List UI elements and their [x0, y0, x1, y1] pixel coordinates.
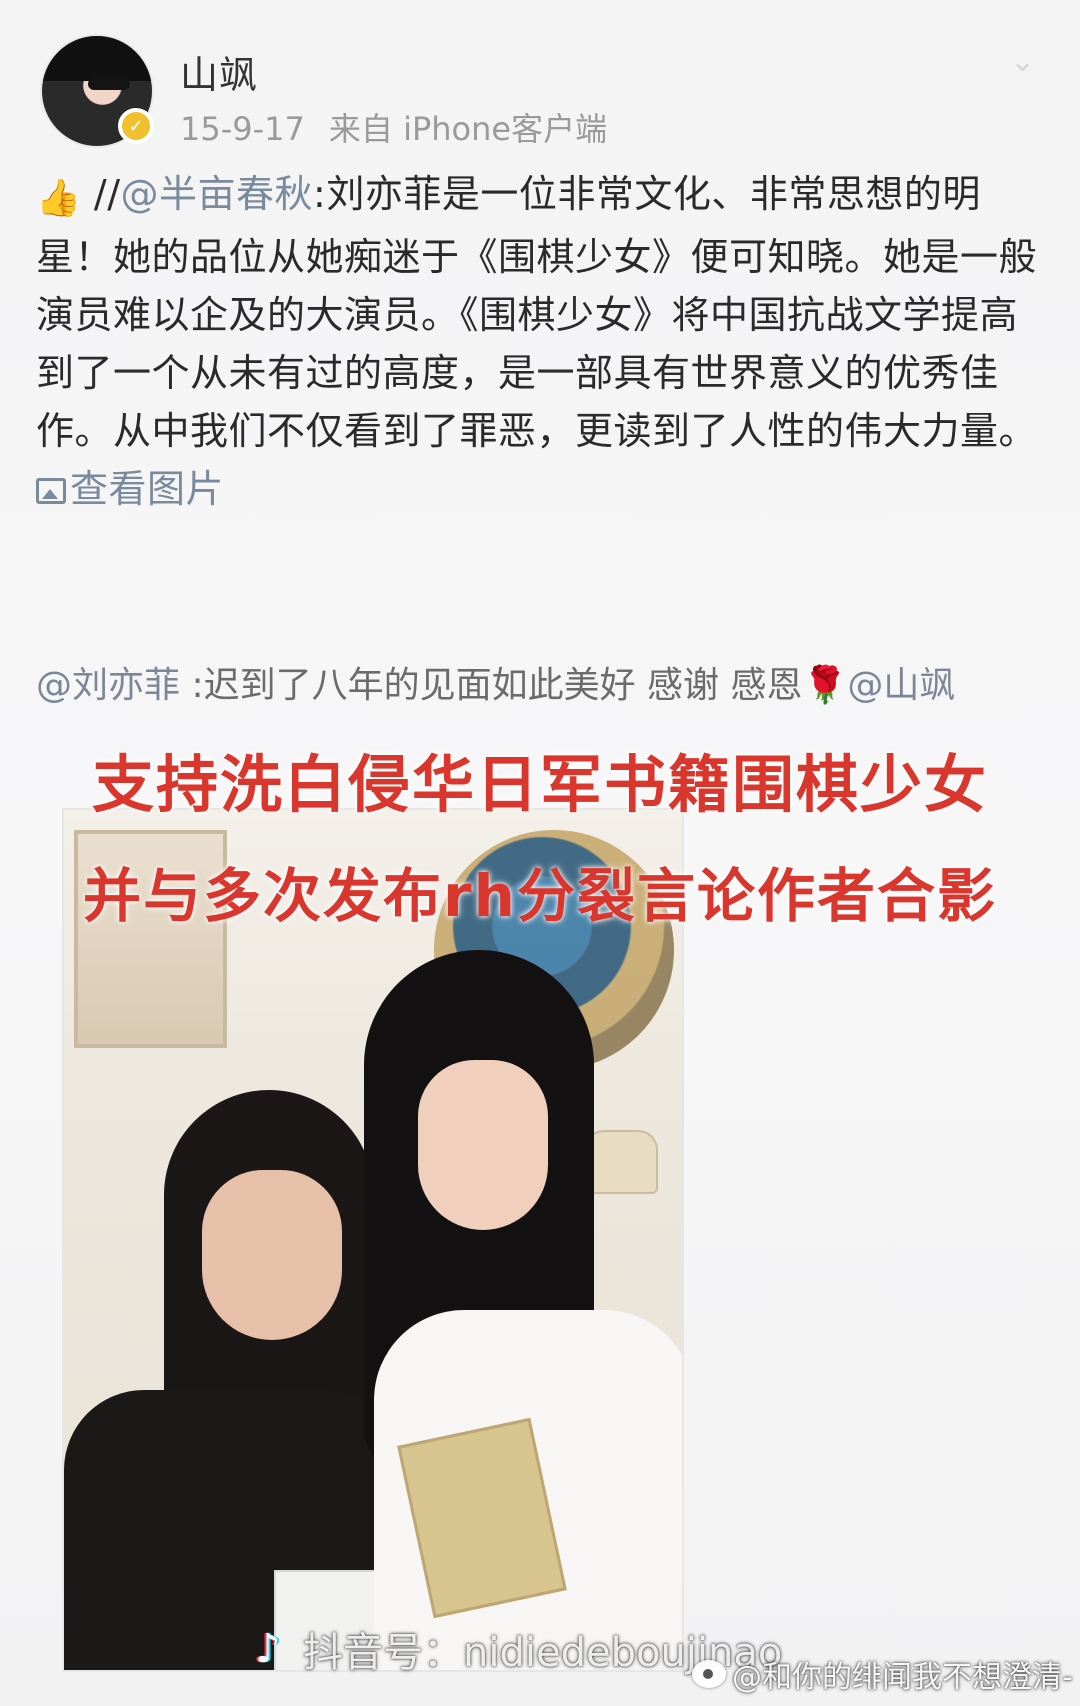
person-right-face	[418, 1060, 548, 1230]
weibo-logo-icon	[692, 1660, 726, 1688]
view-image-label: 查看图片	[70, 467, 225, 511]
post-photo[interactable]	[62, 808, 684, 1672]
weibo-watermark: @和你的绯闻我不想澄清-	[692, 1652, 1073, 1696]
weibo-watermark-text: @和你的绯闻我不想澄清-	[732, 1660, 1073, 1695]
repost-block: @刘亦菲 :迟到了八年的见面如此美好 感谢 感恩🌹@山飒	[36, 660, 1036, 712]
mention-link[interactable]: @半亩春秋	[121, 172, 314, 216]
repost-mention[interactable]: @刘亦菲	[36, 665, 180, 706]
post-body: 👍 //@半亩春秋:刘亦菲是一位非常文化、非常思想的明星！她的品位从她痴迷于《围…	[36, 165, 1046, 518]
repost-mention-tail[interactable]: @山飒	[847, 665, 955, 706]
verified-badge-icon: ✓	[118, 108, 154, 144]
username[interactable]: 山飒	[180, 44, 258, 99]
post-source: 来自 iPhone客户端	[328, 110, 608, 148]
avatar-glasses	[88, 78, 130, 90]
avatar-hair	[42, 36, 152, 81]
post-date: 15-9-17	[180, 110, 305, 148]
overlay-caption-line1: 支持洗白侵华日军书籍围棋少女	[91, 748, 988, 821]
repost-prefix: //	[93, 172, 121, 216]
repost-text: :迟到了八年的见面如此美好 感谢 感恩🌹	[180, 665, 848, 706]
screenshot-page: ✓ 山飒 15-9-17 来自 iPhone客户端 ⌄ 👍 //@半亩春秋:刘亦菲…	[0, 0, 1080, 1706]
thumbs-up-icon: 👍	[36, 178, 82, 219]
image-icon	[36, 478, 66, 504]
view-image-link[interactable]: 查看图片	[36, 467, 224, 511]
post-header: ✓ 山飒 15-9-17 来自 iPhone客户端 ⌄	[40, 30, 1040, 160]
chevron-down-icon[interactable]: ⌄	[1010, 47, 1038, 77]
douyin-logo-icon: ♪	[255, 1626, 281, 1672]
overlay-caption-line2: 并与多次发布rh分裂言论作者合影	[83, 862, 997, 930]
person-right	[334, 950, 682, 1670]
person-left-face	[202, 1170, 342, 1340]
post-meta: 15-9-17 来自 iPhone客户端	[180, 104, 607, 150]
